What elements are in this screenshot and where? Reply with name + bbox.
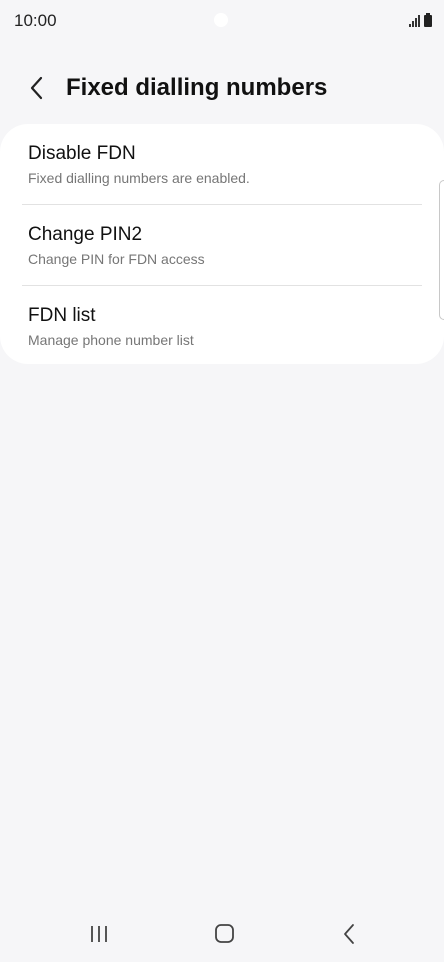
recent-apps-icon xyxy=(91,926,107,942)
camera-cutout xyxy=(214,13,228,27)
recent-apps-button[interactable] xyxy=(80,918,120,950)
menu-item-subtitle: Fixed dialling numbers are enabled. xyxy=(28,170,250,186)
settings-card: Disable FDN Fixed dialling numbers are e… xyxy=(0,124,444,364)
menu-item-subtitle: Change PIN for FDN access xyxy=(28,251,205,267)
battery-icon xyxy=(424,13,432,27)
home-icon xyxy=(215,924,234,943)
back-nav-button[interactable] xyxy=(328,918,368,950)
menu-item-disable-fdn[interactable]: Disable FDN Fixed dialling numbers are e… xyxy=(0,124,444,204)
header: Fixed dialling numbers xyxy=(0,64,444,112)
menu-item-title: Change PIN2 xyxy=(28,224,143,245)
back-button[interactable] xyxy=(22,70,54,106)
menu-item-subtitle: Manage phone number list xyxy=(28,332,194,348)
signal-icon xyxy=(409,15,420,27)
back-icon xyxy=(344,924,354,944)
chevron-left-icon xyxy=(30,76,43,100)
menu-item-title: FDN list xyxy=(28,305,96,326)
status-icons xyxy=(409,13,432,27)
status-bar: 10:00 xyxy=(0,0,444,42)
scroll-indicator[interactable] xyxy=(439,180,444,320)
navigation-bar xyxy=(0,906,444,962)
menu-item-title: Disable FDN xyxy=(28,143,136,164)
status-time: 10:00 xyxy=(14,11,57,30)
home-button[interactable] xyxy=(204,918,244,950)
menu-item-change-pin2[interactable]: Change PIN2 Change PIN for FDN access xyxy=(0,205,444,285)
menu-item-fdn-list[interactable]: FDN list Manage phone number list xyxy=(0,286,444,366)
page-title: Fixed dialling numbers xyxy=(66,74,328,101)
